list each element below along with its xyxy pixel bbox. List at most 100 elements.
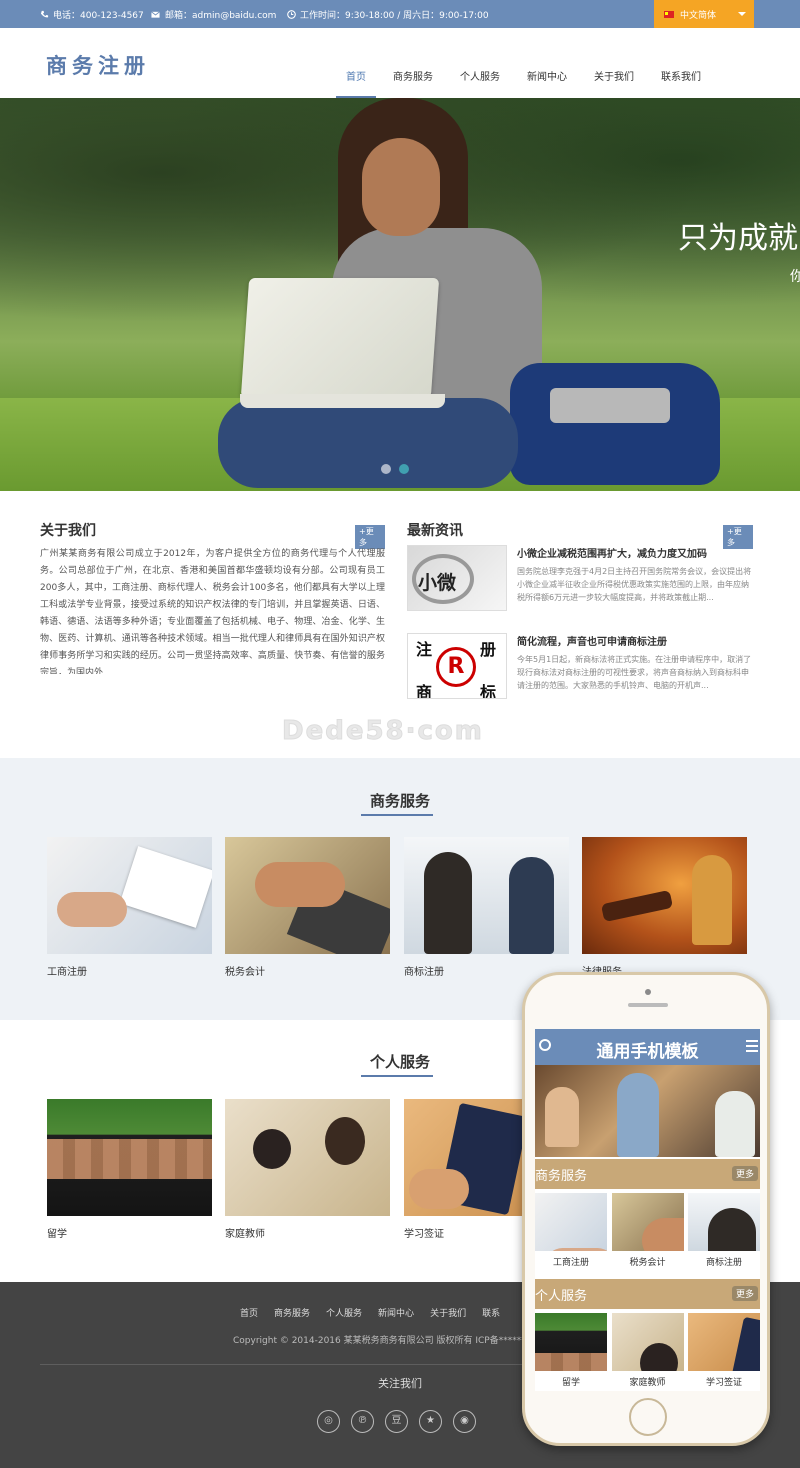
registered-mark-icon: R — [436, 647, 476, 687]
service-card[interactable]: 商标注册 — [404, 837, 569, 978]
mobile-header: 通用手机模板 — [535, 1029, 760, 1065]
news-title: 最新资讯 — [407, 523, 463, 539]
hero-banner[interactable]: 只为成就 你 — [0, 98, 800, 491]
service-label[interactable]: 工商注册 — [47, 963, 212, 978]
douban-icon[interactable]: 豆 — [385, 1410, 408, 1433]
news-headline[interactable]: 小微企业减税范围再扩大，减负力度又加码 — [517, 545, 707, 560]
service-card[interactable]: 家庭教师 — [225, 1099, 390, 1240]
mobile-service-card[interactable]: 工商注册 — [535, 1193, 607, 1268]
phone-text: 电话：400-123-4567 — [53, 11, 144, 21]
mobile-business-bar: 商务服务 更多 — [535, 1159, 760, 1189]
news-headline[interactable]: 简化流程，声音也可申请商标注册 — [517, 633, 667, 648]
service-image[interactable] — [47, 1099, 212, 1216]
nav-item-about[interactable]: 关于我们 — [584, 28, 644, 98]
hero-laptop — [240, 278, 440, 398]
site-logo[interactable]: 商务注册 — [46, 50, 150, 80]
service-image[interactable] — [225, 837, 390, 954]
service-card[interactable]: 工商注册 — [47, 837, 212, 978]
clock-icon — [287, 10, 296, 19]
menu-icon[interactable] — [746, 1040, 758, 1052]
site-header: 商务注册 首页 商务服务 个人服务 新闻中心 关于我们 联系我们 — [0, 28, 800, 98]
service-image[interactable] — [225, 1099, 390, 1216]
mobile-personal-more-button[interactable]: 更多 — [731, 1286, 758, 1301]
service-card[interactable]: 留学 — [47, 1099, 212, 1240]
phone-info: 电话：400-123-4567 — [40, 8, 144, 21]
mobile-personal-grid: 留学 家庭教师 学习签证 — [535, 1313, 760, 1388]
mobile-service-card[interactable]: 留学 — [535, 1313, 607, 1388]
footer-nav: 首页 商务服务 个人服务 新闻中心 关于我们 联系 — [240, 1306, 500, 1319]
service-label[interactable]: 留学 — [47, 1225, 212, 1240]
pinterest-icon[interactable]: ℗ — [351, 1410, 374, 1433]
news-summary: 国务院总理李克强于4月2日主持召开国务院常务会议，会议提出将小微企业减半征收企业… — [517, 567, 752, 602]
news-thumbnail[interactable]: 小微 — [407, 545, 507, 611]
about-text: 广州某某商务有限公司成立于2012年，为客户提供全方位的商务代理与个人代理服务。… — [40, 549, 385, 674]
social-links: ◎ ℗ 豆 ★ ◉ — [317, 1410, 476, 1433]
top-info-bar: 电话：400-123-4567 邮箱：admin@baidu.com 工作时间：… — [0, 0, 800, 28]
hero-title: 只为成就 — [678, 221, 798, 256]
email-info: 邮箱：admin@baidu.com — [150, 8, 276, 21]
hero-subtitle: 你 — [790, 269, 800, 285]
service-label[interactable]: 家庭教师 — [225, 1225, 390, 1240]
news-summary: 今年5月1日起，新商标法将正式实施。在注册申请程序中，取消了现行商标法对商标注册… — [517, 655, 752, 690]
hours-text: 工作时间：9:30-18:00 / 周六日：9:00-17:00 — [300, 11, 489, 21]
footer-link-contact[interactable]: 联系 — [482, 1306, 500, 1319]
star-icon[interactable]: ★ — [419, 1410, 442, 1433]
mobile-screen: 通用手机模板 商务服务 更多 工商注册 税务会计 商标注册 个人服务 更多 留学… — [535, 1029, 760, 1391]
phone-camera — [645, 989, 651, 995]
mobile-service-card[interactable]: 学习签证 — [688, 1313, 760, 1388]
about-title: 关于我们 — [40, 523, 96, 539]
mobile-service-card[interactable]: 家庭教师 — [611, 1313, 684, 1388]
service-image[interactable] — [47, 837, 212, 954]
service-card[interactable]: 税务会计 — [225, 837, 390, 978]
footer-link-business[interactable]: 商务服务 — [274, 1306, 310, 1319]
phone-speaker — [628, 1003, 668, 1007]
hero-person-face — [362, 138, 440, 236]
slider-dots — [381, 464, 409, 474]
mobile-business-more-button[interactable]: 更多 — [731, 1166, 758, 1181]
mobile-service-card[interactable]: 商标注册 — [688, 1193, 760, 1268]
mobile-business-grid: 工商注册 税务会计 商标注册 — [535, 1193, 760, 1268]
footer-link-home[interactable]: 首页 — [240, 1306, 258, 1319]
chevron-down-icon — [738, 12, 746, 16]
news-item[interactable]: 注 册 商 标 R 简化流程，声音也可申请商标注册 今年5月1日起，新商标法将正… — [407, 633, 753, 713]
nav-item-home[interactable]: 首页 — [336, 28, 376, 98]
language-label: 中文简体 — [680, 10, 717, 21]
email-text: 邮箱：admin@baidu.com — [165, 11, 277, 21]
slider-dot-2[interactable] — [399, 464, 409, 474]
china-flag-icon — [664, 10, 674, 18]
hero-backpack — [510, 363, 720, 485]
footer-link-personal[interactable]: 个人服务 — [326, 1306, 362, 1319]
business-title: 商务服务 — [369, 792, 430, 810]
service-card[interactable]: 法律服务 — [582, 837, 747, 978]
hours-info: 工作时间：9:30-18:00 / 周六日：9:00-17:00 — [287, 8, 489, 21]
nav-item-contact[interactable]: 联系我们 — [651, 28, 711, 98]
mobile-preview-phone: 通用手机模板 商务服务 更多 工商注册 税务会计 商标注册 个人服务 更多 留学… — [522, 972, 770, 1446]
mobile-business-title: 商务服务 — [535, 1169, 588, 1184]
nav-item-news[interactable]: 新闻中心 — [517, 28, 577, 98]
hero-person-legs — [218, 398, 518, 488]
footer-link-about[interactable]: 关于我们 — [430, 1306, 466, 1319]
service-image[interactable] — [582, 837, 747, 954]
service-label[interactable]: 税务会计 — [225, 963, 390, 978]
main-nav: 首页 商务服务 个人服务 新闻中心 关于我们 联系我们 — [336, 28, 718, 98]
mail-icon — [151, 11, 160, 18]
renren-icon[interactable]: ◉ — [453, 1410, 476, 1433]
mobile-service-card[interactable]: 税务会计 — [611, 1193, 684, 1268]
nav-item-personal[interactable]: 个人服务 — [450, 28, 510, 98]
phone-icon — [40, 10, 49, 18]
mobile-personal-bar: 个人服务 更多 — [535, 1279, 760, 1309]
news-item[interactable]: 小微 小微企业减税范围再扩大，减负力度又加码 国务院总理李克强于4月2日主持召开… — [407, 545, 753, 625]
footer-link-news[interactable]: 新闻中心 — [378, 1306, 414, 1319]
language-selector[interactable]: 中文简体 — [654, 0, 754, 28]
phone-home-button[interactable] — [629, 1398, 667, 1436]
mobile-title: 通用手机模板 — [596, 1042, 699, 1062]
mobile-personal-title: 个人服务 — [535, 1289, 588, 1304]
slider-dot-1[interactable] — [381, 464, 391, 474]
nav-item-business[interactable]: 商务服务 — [383, 28, 443, 98]
news-thumbnail[interactable]: 注 册 商 标 R — [407, 633, 507, 699]
copyright-text: Copyright © 2014-2016 某某税务商务有限公司 版权所有 IC… — [233, 1336, 531, 1346]
service-image[interactable] — [404, 837, 569, 954]
mobile-banner[interactable] — [535, 1065, 760, 1184]
watermark: Dede58·com — [282, 716, 484, 747]
weibo-icon[interactable]: ◎ — [317, 1410, 340, 1433]
